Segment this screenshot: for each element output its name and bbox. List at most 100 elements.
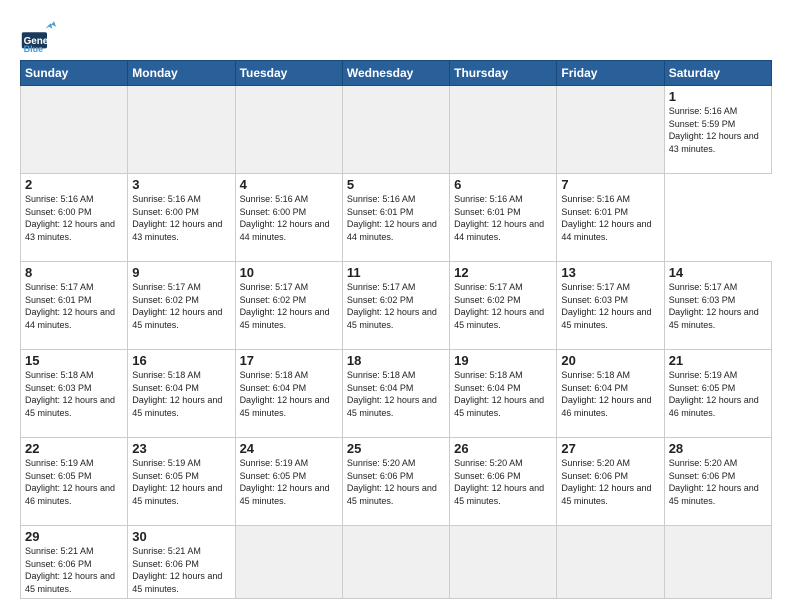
page: General Blue SundayMondayTuesdayWednesda… (0, 0, 792, 612)
empty-cell (235, 86, 342, 174)
calendar-body: 1 Sunrise: 5:16 AMSunset: 5:59 PMDayligh… (21, 86, 772, 599)
day-cell-10: 10 Sunrise: 5:17 AMSunset: 6:02 PMDaylig… (235, 262, 342, 350)
day-cell-9: 9 Sunrise: 5:17 AMSunset: 6:02 PMDayligh… (128, 262, 235, 350)
cell-info: Sunrise: 5:16 AMSunset: 6:00 PMDaylight:… (25, 193, 123, 243)
cell-info: Sunrise: 5:20 AMSunset: 6:06 PMDaylight:… (561, 457, 659, 507)
day-cell-15: 15 Sunrise: 5:18 AMSunset: 6:03 PMDaylig… (21, 350, 128, 438)
week-row-6: 29 Sunrise: 5:21 AMSunset: 6:06 PMDaylig… (21, 526, 772, 599)
day-cell-25: 25 Sunrise: 5:20 AMSunset: 6:06 PMDaylig… (342, 438, 449, 526)
day-cell-12: 12 Sunrise: 5:17 AMSunset: 6:02 PMDaylig… (450, 262, 557, 350)
cell-info: Sunrise: 5:16 AMSunset: 6:00 PMDaylight:… (132, 193, 230, 243)
day-cell-4: 4 Sunrise: 5:16 AMSunset: 6:00 PMDayligh… (235, 174, 342, 262)
cell-info: Sunrise: 5:17 AMSunset: 6:03 PMDaylight:… (669, 281, 767, 331)
day-number: 21 (669, 353, 767, 368)
day-number: 16 (132, 353, 230, 368)
day-number: 7 (561, 177, 659, 192)
empty-cell (557, 526, 664, 599)
day-number: 2 (25, 177, 123, 192)
cell-info: Sunrise: 5:17 AMSunset: 6:03 PMDaylight:… (561, 281, 659, 331)
day-number: 24 (240, 441, 338, 456)
cell-info: Sunrise: 5:17 AMSunset: 6:02 PMDaylight:… (454, 281, 552, 331)
cell-info: Sunrise: 5:18 AMSunset: 6:04 PMDaylight:… (454, 369, 552, 419)
cell-info: Sunrise: 5:19 AMSunset: 6:05 PMDaylight:… (240, 457, 338, 507)
day-cell-26: 26 Sunrise: 5:20 AMSunset: 6:06 PMDaylig… (450, 438, 557, 526)
day-number: 29 (25, 529, 123, 544)
day-number: 22 (25, 441, 123, 456)
calendar: SundayMondayTuesdayWednesdayThursdayFrid… (20, 60, 772, 599)
weekday-thursday: Thursday (450, 61, 557, 86)
cell-info: Sunrise: 5:17 AMSunset: 6:02 PMDaylight:… (132, 281, 230, 331)
day-number: 15 (25, 353, 123, 368)
logo-icon: General Blue (20, 16, 56, 52)
cell-info: Sunrise: 5:21 AMSunset: 6:06 PMDaylight:… (25, 545, 123, 595)
day-number: 25 (347, 441, 445, 456)
empty-cell (21, 86, 128, 174)
day-cell-23: 23 Sunrise: 5:19 AMSunset: 6:05 PMDaylig… (128, 438, 235, 526)
day-cell-7: 7 Sunrise: 5:16 AMSunset: 6:01 PMDayligh… (557, 174, 664, 262)
day-number: 5 (347, 177, 445, 192)
empty-cell (557, 86, 664, 174)
weekday-wednesday: Wednesday (342, 61, 449, 86)
day-number: 19 (454, 353, 552, 368)
day-cell-17: 17 Sunrise: 5:18 AMSunset: 6:04 PMDaylig… (235, 350, 342, 438)
day-number: 4 (240, 177, 338, 192)
day-cell-6: 6 Sunrise: 5:16 AMSunset: 6:01 PMDayligh… (450, 174, 557, 262)
svg-text:Blue: Blue (24, 44, 44, 52)
cell-info: Sunrise: 5:16 AMSunset: 6:00 PMDaylight:… (240, 193, 338, 243)
day-cell-16: 16 Sunrise: 5:18 AMSunset: 6:04 PMDaylig… (128, 350, 235, 438)
empty-cell (664, 526, 771, 599)
weekday-friday: Friday (557, 61, 664, 86)
cell-info: Sunrise: 5:18 AMSunset: 6:04 PMDaylight:… (132, 369, 230, 419)
day-number: 10 (240, 265, 338, 280)
day-cell-30: 30 Sunrise: 5:21 AMSunset: 6:06 PMDaylig… (128, 526, 235, 599)
day-number: 8 (25, 265, 123, 280)
cell-info: Sunrise: 5:18 AMSunset: 6:04 PMDaylight:… (240, 369, 338, 419)
cell-info: Sunrise: 5:19 AMSunset: 6:05 PMDaylight:… (25, 457, 123, 507)
day-cell-27: 27 Sunrise: 5:20 AMSunset: 6:06 PMDaylig… (557, 438, 664, 526)
cell-info: Sunrise: 5:16 AMSunset: 5:59 PMDaylight:… (669, 105, 767, 155)
empty-cell (235, 526, 342, 599)
week-row-4: 15 Sunrise: 5:18 AMSunset: 6:03 PMDaylig… (21, 350, 772, 438)
cell-info: Sunrise: 5:19 AMSunset: 6:05 PMDaylight:… (669, 369, 767, 419)
day-cell-5: 5 Sunrise: 5:16 AMSunset: 6:01 PMDayligh… (342, 174, 449, 262)
day-number: 20 (561, 353, 659, 368)
day-cell-18: 18 Sunrise: 5:18 AMSunset: 6:04 PMDaylig… (342, 350, 449, 438)
day-cell-21: 21 Sunrise: 5:19 AMSunset: 6:05 PMDaylig… (664, 350, 771, 438)
week-row-5: 22 Sunrise: 5:19 AMSunset: 6:05 PMDaylig… (21, 438, 772, 526)
weekday-sunday: Sunday (21, 61, 128, 86)
empty-cell (342, 86, 449, 174)
day-number: 26 (454, 441, 552, 456)
day-cell-19: 19 Sunrise: 5:18 AMSunset: 6:04 PMDaylig… (450, 350, 557, 438)
cell-info: Sunrise: 5:16 AMSunset: 6:01 PMDaylight:… (454, 193, 552, 243)
cell-info: Sunrise: 5:18 AMSunset: 6:04 PMDaylight:… (347, 369, 445, 419)
weekday-header: SundayMondayTuesdayWednesdayThursdayFrid… (21, 61, 772, 86)
day-cell-8: 8 Sunrise: 5:17 AMSunset: 6:01 PMDayligh… (21, 262, 128, 350)
empty-cell (128, 86, 235, 174)
empty-cell (450, 526, 557, 599)
week-row-3: 8 Sunrise: 5:17 AMSunset: 6:01 PMDayligh… (21, 262, 772, 350)
day-cell-28: 28 Sunrise: 5:20 AMSunset: 6:06 PMDaylig… (664, 438, 771, 526)
cell-info: Sunrise: 5:20 AMSunset: 6:06 PMDaylight:… (347, 457, 445, 507)
weekday-monday: Monday (128, 61, 235, 86)
cell-info: Sunrise: 5:17 AMSunset: 6:01 PMDaylight:… (25, 281, 123, 331)
cell-info: Sunrise: 5:17 AMSunset: 6:02 PMDaylight:… (240, 281, 338, 331)
day-number: 28 (669, 441, 767, 456)
cell-info: Sunrise: 5:19 AMSunset: 6:05 PMDaylight:… (132, 457, 230, 507)
day-cell-13: 13 Sunrise: 5:17 AMSunset: 6:03 PMDaylig… (557, 262, 664, 350)
header: General Blue (20, 16, 772, 52)
day-number: 27 (561, 441, 659, 456)
day-cell-14: 14 Sunrise: 5:17 AMSunset: 6:03 PMDaylig… (664, 262, 771, 350)
cell-info: Sunrise: 5:16 AMSunset: 6:01 PMDaylight:… (347, 193, 445, 243)
day-number: 14 (669, 265, 767, 280)
cell-info: Sunrise: 5:20 AMSunset: 6:06 PMDaylight:… (454, 457, 552, 507)
day-number: 18 (347, 353, 445, 368)
day-cell-24: 24 Sunrise: 5:19 AMSunset: 6:05 PMDaylig… (235, 438, 342, 526)
day-cell-1: 1 Sunrise: 5:16 AMSunset: 5:59 PMDayligh… (664, 86, 771, 174)
day-number: 1 (669, 89, 767, 104)
day-number: 30 (132, 529, 230, 544)
day-number: 3 (132, 177, 230, 192)
day-cell-11: 11 Sunrise: 5:17 AMSunset: 6:02 PMDaylig… (342, 262, 449, 350)
empty-cell (450, 86, 557, 174)
cell-info: Sunrise: 5:18 AMSunset: 6:04 PMDaylight:… (561, 369, 659, 419)
cell-info: Sunrise: 5:17 AMSunset: 6:02 PMDaylight:… (347, 281, 445, 331)
